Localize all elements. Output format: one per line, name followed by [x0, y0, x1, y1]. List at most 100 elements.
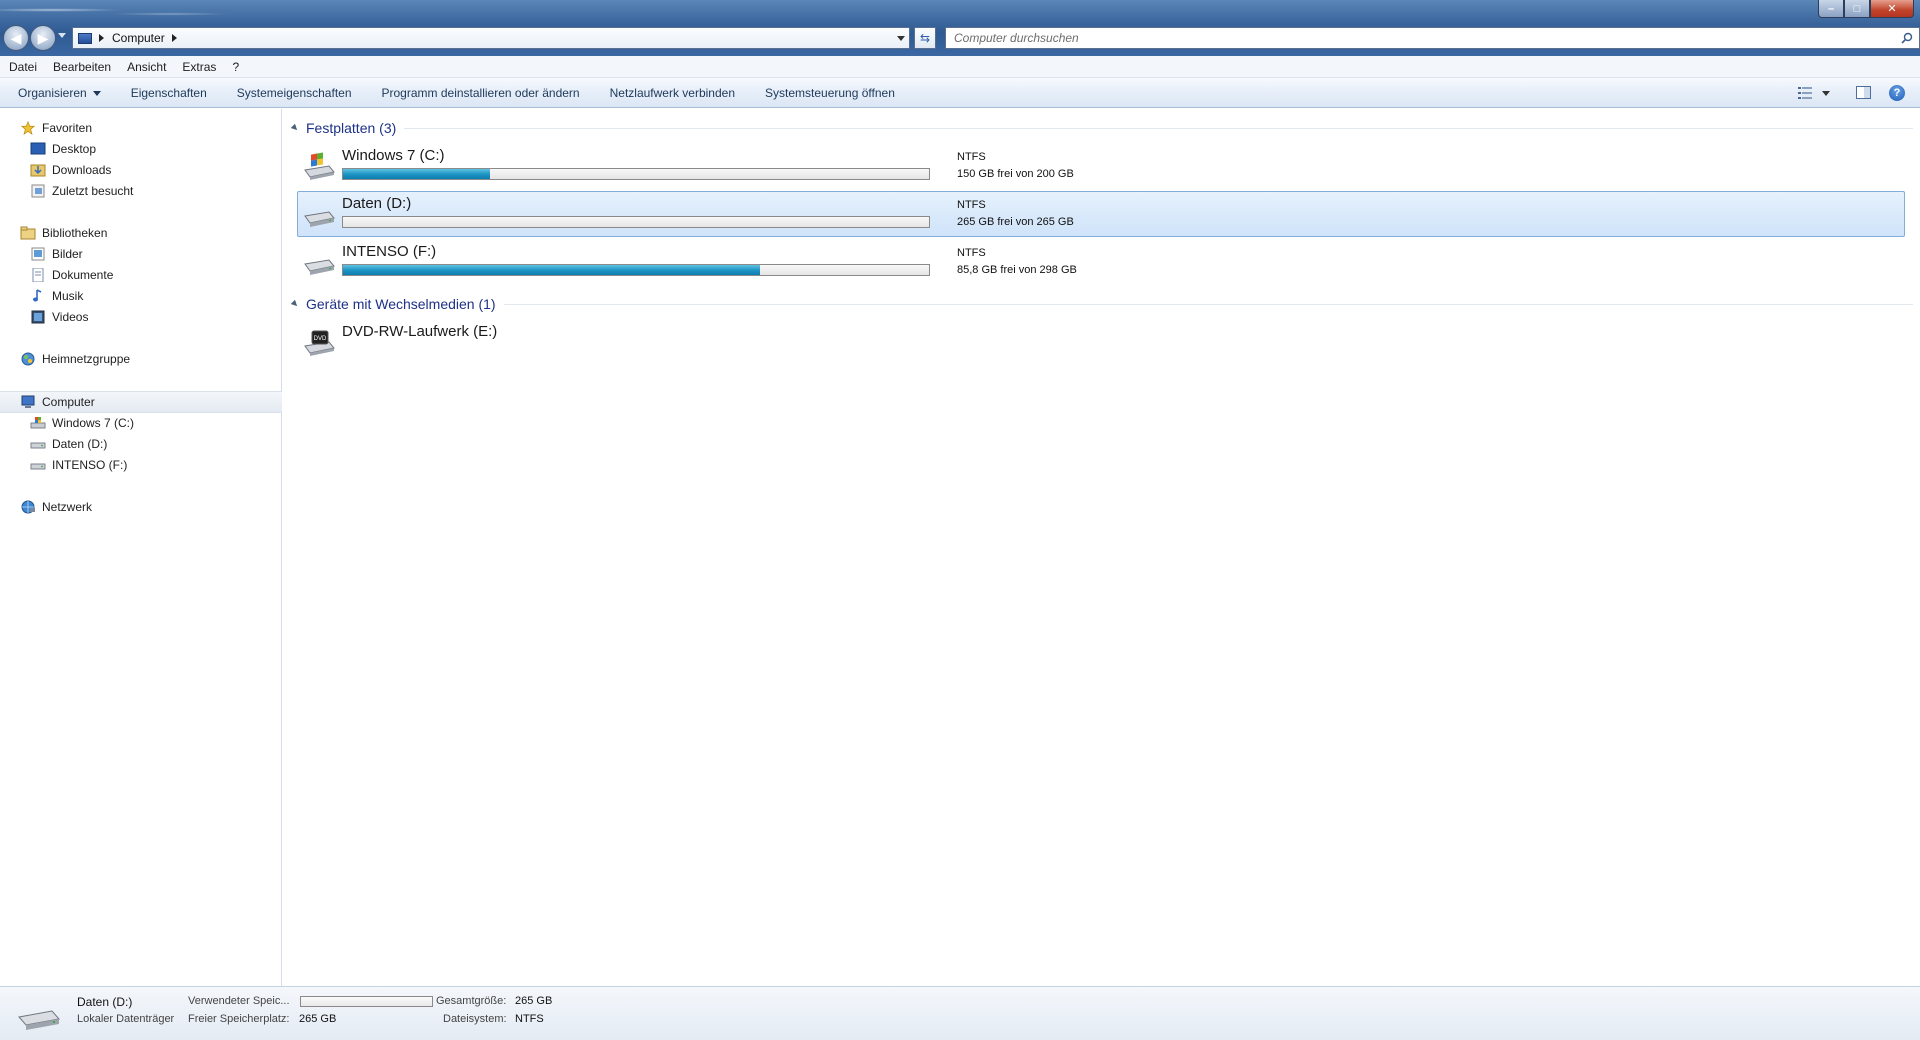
nav-drive-d-label: Daten (D:) [52, 437, 108, 451]
collapse-arrow-icon[interactable] [290, 123, 300, 133]
nav-videos-label: Videos [52, 310, 89, 324]
back-button[interactable]: ◀ [3, 25, 29, 51]
help-icon[interactable]: ? [1889, 85, 1905, 101]
dvd-drive-item[interactable]: DVD DVD-RW-Laufwerk (E:) [297, 319, 1905, 365]
breadcrumb-separator-icon[interactable] [99, 34, 104, 42]
windows-drive-icon [304, 152, 335, 180]
details-fs-label: Dateisystem: [443, 1013, 507, 1025]
nav-pictures[interactable]: Bilder [30, 244, 83, 264]
close-button[interactable]: ✕ [1870, 0, 1914, 18]
drive-usage-bar [342, 264, 930, 276]
organize-button[interactable]: Organisieren [18, 86, 101, 100]
nav-drive-d[interactable]: Daten (D:) [30, 434, 107, 454]
preview-pane-icon[interactable] [1856, 86, 1871, 99]
nav-computer[interactable]: Computer [20, 392, 95, 412]
nav-drive-f[interactable]: INTENSO (F:) [30, 455, 127, 475]
drive-free-space: 265 GB frei von 265 GB [957, 216, 1074, 228]
libraries-icon [20, 226, 36, 240]
minimize-icon: – [1827, 2, 1835, 15]
nav-desktop[interactable]: Desktop [30, 139, 96, 159]
maximize-icon: □ [1853, 2, 1861, 15]
open-control-panel-button[interactable]: Systemsteuerung öffnen [765, 86, 895, 100]
group-removable[interactable]: Geräte mit Wechselmedien (1) [283, 294, 1913, 314]
recent-places-icon [31, 184, 45, 198]
group-hard-disks-title: Festplatten (3) [306, 120, 397, 136]
menu-tools[interactable]: Extras [182, 60, 216, 74]
nav-libraries[interactable]: Bibliotheken [20, 223, 107, 243]
menu-file[interactable]: Datei [9, 60, 37, 74]
minimize-button[interactable]: – [1818, 0, 1844, 18]
nav-recent-label: Zuletzt besucht [52, 184, 134, 198]
forward-button[interactable]: ▶ [30, 25, 56, 51]
desktop-icon [30, 142, 46, 155]
nav-homegroup[interactable]: Heimnetzgruppe [20, 349, 130, 369]
system-properties-button[interactable]: Systemeigenschaften [237, 86, 352, 100]
menu-edit[interactable]: Bearbeiten [53, 60, 111, 74]
nav-desktop-label: Desktop [52, 142, 97, 156]
address-bar[interactable]: Computer [72, 27, 910, 49]
title-bar: ◀ ▶ Computer ⇆ Computer durchsuchen – □ … [0, 0, 1920, 56]
address-history-dropdown[interactable] [897, 36, 905, 41]
recent-pages-dropdown[interactable] [58, 33, 66, 38]
hard-drive-icon [30, 442, 46, 449]
window-controls: – □ ✕ [1818, 0, 1914, 18]
drive-free-space: 150 GB frei von 200 GB [957, 168, 1074, 180]
drive-item[interactable]: Windows 7 (C:) NTFS 150 GB frei von 200 … [297, 143, 1905, 189]
nav-music[interactable]: Musik [30, 286, 83, 306]
refresh-button[interactable]: ⇆ [914, 27, 936, 49]
menu-view[interactable]: Ansicht [127, 60, 166, 74]
hard-drive-icon [18, 1010, 60, 1030]
organize-label: Organisieren [18, 85, 87, 100]
drive-usage-fill [343, 265, 761, 275]
drive-name: DVD-RW-Laufwerk (E:) [342, 323, 498, 340]
nav-network[interactable]: Netzwerk [20, 497, 92, 517]
breadcrumb-computer[interactable]: Computer [112, 31, 165, 45]
collapse-arrow-icon[interactable] [290, 299, 300, 309]
nav-pictures-label: Bilder [52, 247, 83, 261]
hard-drive-icon [304, 211, 335, 227]
forward-arrow-icon: ▶ [37, 29, 49, 46]
nav-drive-c-label: Windows 7 (C:) [52, 416, 135, 430]
nav-downloads-label: Downloads [52, 163, 112, 177]
search-input[interactable]: Computer durchsuchen [945, 27, 1920, 49]
drive-usage-bar [342, 168, 930, 180]
menu-help[interactable]: ? [232, 60, 239, 74]
dvd-drive-icon: DVD [304, 330, 335, 356]
homegroup-icon [21, 352, 35, 366]
nav-videos[interactable]: Videos [30, 307, 88, 327]
details-free-label: Freier Speicherplatz: [188, 1013, 290, 1025]
menu-bar: Datei Bearbeiten Ansicht Extras ? [0, 56, 1920, 78]
details-usage-bar [300, 996, 433, 1007]
uninstall-program-button[interactable]: Programm deinstallieren oder ändern [382, 86, 580, 100]
nav-drive-c[interactable]: Windows 7 (C:) [30, 413, 134, 433]
maximize-button[interactable]: □ [1844, 0, 1870, 18]
back-arrow-icon: ◀ [10, 29, 22, 46]
map-network-drive-button[interactable]: Netzlaufwerk verbinden [610, 86, 735, 100]
details-fs-value: NTFS [515, 1013, 544, 1025]
nav-downloads[interactable]: Downloads [30, 160, 111, 180]
drive-filesystem: NTFS [957, 151, 986, 163]
view-options-dropdown[interactable] [1822, 91, 1830, 96]
nav-recent[interactable]: Zuletzt besucht [30, 181, 133, 201]
navigation-pane: Favoriten Desktop Downloads Zuletzt besu… [0, 109, 282, 986]
drive-item[interactable]: INTENSO (F:) NTFS 85,8 GB frei von 298 G… [297, 239, 1905, 285]
nav-network-label: Netzwerk [42, 500, 93, 514]
drive-name: INTENSO (F:) [342, 243, 437, 260]
downloads-folder-icon [30, 164, 46, 177]
close-icon: ✕ [1887, 3, 1897, 15]
details-type: Lokaler Datenträger [77, 1013, 175, 1025]
network-icon [21, 500, 35, 514]
drive-filesystem: NTFS [957, 247, 986, 259]
nav-documents[interactable]: Dokumente [30, 265, 113, 285]
nav-favorites[interactable]: Favoriten [20, 118, 92, 138]
drive-item-selected[interactable]: Daten (D:) NTFS 265 GB frei von 265 GB [297, 191, 1905, 237]
search-icon[interactable] [1901, 32, 1913, 44]
breadcrumb-chevron-icon[interactable] [171, 34, 177, 42]
nav-documents-label: Dokumente [52, 268, 114, 282]
command-bar: Organisieren Eigenschaften Systemeigensc… [0, 78, 1920, 108]
details-pane: Daten (D:) Lokaler Datenträger Verwendet… [0, 986, 1920, 1040]
dvd-label: DVD [314, 336, 327, 342]
properties-button[interactable]: Eigenschaften [131, 86, 207, 100]
change-view-icon[interactable] [1798, 87, 1812, 99]
group-hard-disks[interactable]: Festplatten (3) [283, 118, 1913, 138]
